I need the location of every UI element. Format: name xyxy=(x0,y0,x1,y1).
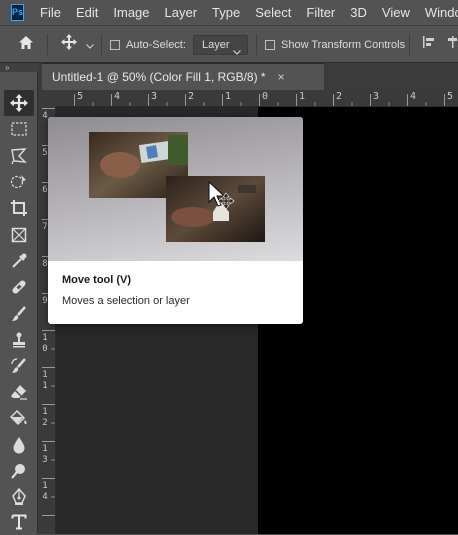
show-transform-checkbox[interactable]: Show Transform Controls xyxy=(265,26,405,63)
ruler-label: 1 xyxy=(299,91,306,102)
clone-stamp-tool-icon xyxy=(10,331,28,349)
blur-tool-icon xyxy=(11,436,27,454)
options-divider xyxy=(47,34,48,55)
brush-tool-icon xyxy=(10,305,28,323)
quick-select-tool-icon xyxy=(10,173,28,191)
eyedropper-tool-icon xyxy=(10,252,28,270)
menu-3d[interactable]: 3D xyxy=(350,5,367,20)
tooltip-description: Moves a selection or layer xyxy=(62,295,190,307)
tools-panel xyxy=(0,72,38,534)
pen-tool-button[interactable] xyxy=(4,484,34,510)
ruler-label: 0 xyxy=(262,91,269,102)
photoshop-logo: Ps xyxy=(11,4,25,21)
document-tab-bar: Untitled-1 @ 50% (Color Fill 1, RGB/8) *… xyxy=(38,63,458,90)
move-tool-preset-button[interactable] xyxy=(61,26,94,63)
menu-view[interactable]: View xyxy=(382,5,410,20)
ruler-label: 3 xyxy=(373,91,380,102)
lasso-tool-icon xyxy=(10,147,28,165)
align-center-icon xyxy=(447,35,458,54)
document-tab-title: Untitled-1 @ 50% (Color Fill 1, RGB/8) * xyxy=(52,70,266,84)
ruler-label: 1 2 xyxy=(42,407,48,428)
horizontal-ruler[interactable]: 5 4 3 2 1 0 1 2 3 4 5 xyxy=(56,90,458,107)
history-brush-tool-button[interactable] xyxy=(4,353,34,379)
quick-select-tool-button[interactable] xyxy=(4,169,34,195)
menu-window[interactable]: Window xyxy=(425,5,458,20)
tooltip-title: Move tool (V) xyxy=(62,274,132,286)
align-left-button[interactable] xyxy=(422,26,436,63)
menu-filter[interactable]: Filter xyxy=(306,5,335,20)
double-chevron-icon: » xyxy=(5,63,10,72)
checkbox-box[interactable] xyxy=(265,39,275,50)
type-tool-icon xyxy=(11,514,27,530)
toolbar-collapse-handle[interactable]: » xyxy=(0,63,38,72)
move-arrows-icon xyxy=(61,34,77,55)
show-transform-label: Show Transform Controls xyxy=(281,38,406,51)
ruler-label: 1 xyxy=(225,91,232,102)
paint-bucket-tool-button[interactable] xyxy=(4,405,34,431)
chevron-down-icon xyxy=(233,42,241,60)
lasso-tool-button[interactable] xyxy=(4,143,34,169)
history-brush-tool-icon xyxy=(10,357,28,375)
paint-bucket-tool-icon xyxy=(10,409,28,427)
blur-tool-button[interactable] xyxy=(4,432,34,458)
document-tab[interactable]: Untitled-1 @ 50% (Color Fill 1, RGB/8) *… xyxy=(42,63,324,90)
dodge-tool-icon xyxy=(10,462,28,480)
menu-type[interactable]: Type xyxy=(212,5,240,20)
checkbox-box[interactable] xyxy=(110,39,120,50)
menu-bar: Ps File Edit Image Layer Type Select Fil… xyxy=(0,0,458,25)
ruler-label: 5 xyxy=(447,91,454,102)
options-divider xyxy=(256,34,257,55)
type-tool-button[interactable] xyxy=(4,509,34,535)
move-tool-icon xyxy=(10,94,28,112)
clone-stamp-tool-button[interactable] xyxy=(4,327,34,353)
frame-tool-button[interactable] xyxy=(4,222,34,248)
ruler-label: 3 xyxy=(151,91,158,102)
auto-select-checkbox[interactable]: Auto-Select: xyxy=(110,26,186,63)
layer-select-value: Layer xyxy=(202,39,230,51)
menu-edit[interactable]: Edit xyxy=(76,5,98,20)
eraser-tool-icon xyxy=(10,383,28,401)
ruler-label: 2 xyxy=(336,91,343,102)
ruler-label: 5 xyxy=(77,91,84,102)
crop-tool-icon xyxy=(10,199,28,217)
marquee-tool-button[interactable] xyxy=(4,116,34,142)
align-left-icon xyxy=(422,35,436,54)
chevron-down-icon xyxy=(86,36,94,54)
menu-image[interactable]: Image xyxy=(113,5,149,20)
options-divider xyxy=(101,34,102,55)
move-tool-button[interactable] xyxy=(4,90,34,116)
healing-brush-tool-icon xyxy=(10,278,28,296)
move-tool-demo-illustration xyxy=(89,132,265,242)
ruler-label: 4 xyxy=(114,91,121,102)
crop-tool-button[interactable] xyxy=(4,195,34,221)
ruler-label: 4 xyxy=(410,91,417,102)
eyedropper-tool-button[interactable] xyxy=(4,248,34,274)
pen-tool-icon xyxy=(10,488,28,506)
brush-tool-button[interactable] xyxy=(4,301,34,327)
home-button[interactable] xyxy=(18,26,34,63)
menu-file[interactable]: File xyxy=(40,5,61,20)
marquee-tool-icon xyxy=(11,122,27,136)
options-divider xyxy=(409,34,410,55)
ruler-label: 1 1 xyxy=(42,370,48,391)
auto-select-label: Auto-Select: xyxy=(126,38,186,51)
ruler-label: 1 4 xyxy=(42,481,48,502)
options-bar: Auto-Select: Layer Show Transform Contro… xyxy=(0,25,458,63)
align-center-button[interactable] xyxy=(447,26,458,63)
ruler-label: 1 0 xyxy=(42,333,48,354)
frame-tool-icon xyxy=(11,227,27,243)
ruler-label: 1 3 xyxy=(42,444,48,465)
healing-brush-tool-button[interactable] xyxy=(4,274,34,300)
tool-tooltip: Move tool (V) Moves a selection or layer xyxy=(48,117,303,324)
ruler-label: 2 xyxy=(188,91,195,102)
tooltip-preview-image xyxy=(48,117,303,261)
close-tab-button[interactable]: × xyxy=(278,70,285,84)
home-icon xyxy=(18,35,34,55)
ruler-origin[interactable] xyxy=(38,90,56,107)
auto-select-target-dropdown[interactable]: Layer xyxy=(193,35,248,55)
menu-layer[interactable]: Layer xyxy=(165,5,198,20)
dodge-tool-button[interactable] xyxy=(4,458,34,484)
eraser-tool-button[interactable] xyxy=(4,379,34,405)
menu-select[interactable]: Select xyxy=(255,5,291,20)
